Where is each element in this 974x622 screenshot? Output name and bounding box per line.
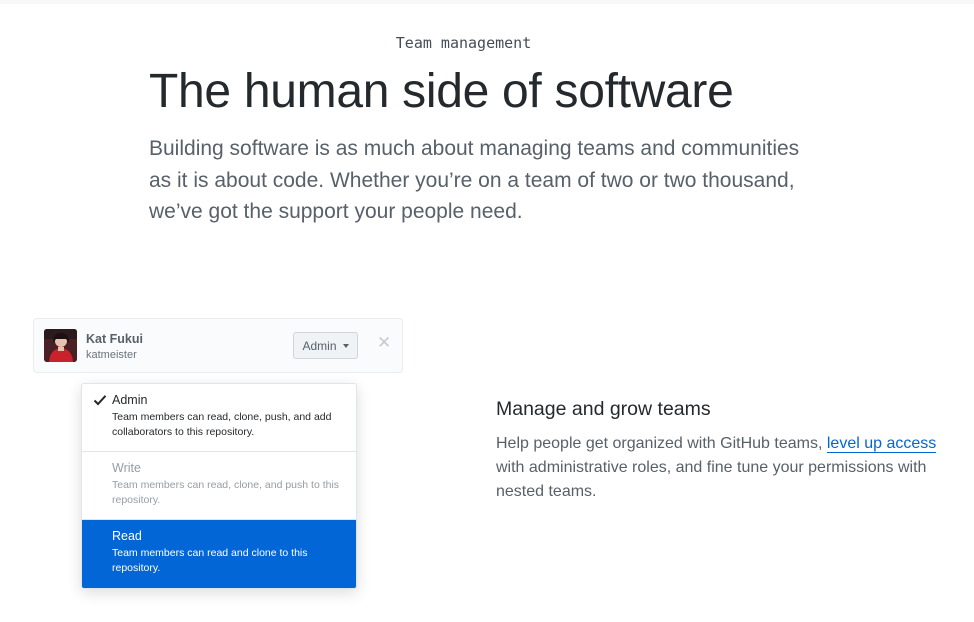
section-lead: Building software is as much about manag… <box>149 137 800 223</box>
team-member-card: Kat Fukui katmeister Admin ✕ <box>33 318 403 373</box>
section-eyebrow: Team management <box>395 34 532 52</box>
role-option-admin[interactable]: Admin Team members can read, clone, push… <box>82 384 356 452</box>
role-option-write[interactable]: Write Team members can read, clone, and … <box>82 452 356 520</box>
section-headline: The human side of software <box>149 65 734 118</box>
role-option-description: Team members can read, clone, push, and … <box>112 411 332 438</box>
role-option-title: Write <box>112 461 141 475</box>
member-username: katmeister <box>86 349 137 361</box>
close-icon[interactable]: ✕ <box>377 334 391 351</box>
role-dropdown-button[interactable]: Admin <box>293 332 358 359</box>
role-option-read[interactable]: Read Team members can read and clone to … <box>82 520 356 588</box>
check-icon <box>93 395 107 406</box>
avatar <box>44 329 77 362</box>
top-divider <box>0 0 974 4</box>
role-option-description: Team members can read and clone to this … <box>112 547 308 574</box>
caret-down-icon <box>342 343 349 348</box>
feature-body-text: with administrative roles, and fine tune… <box>496 459 927 500</box>
feature-body: Help people get organized with GitHub te… <box>496 432 956 504</box>
level-up-access-link[interactable]: level up access <box>826 435 937 453</box>
role-menu: Admin Team members can read, clone, push… <box>81 383 357 589</box>
member-name: Kat Fukui <box>86 332 143 346</box>
role-option-title: Read <box>112 529 142 543</box>
feature-title: Manage and grow teams <box>496 398 711 420</box>
feature-body-text: Help people get organized with GitHub te… <box>496 435 827 452</box>
role-button-label: Admin <box>302 338 337 353</box>
role-option-title: Admin <box>112 393 148 407</box>
role-option-description: Team members can read, clone, and push t… <box>112 479 340 506</box>
